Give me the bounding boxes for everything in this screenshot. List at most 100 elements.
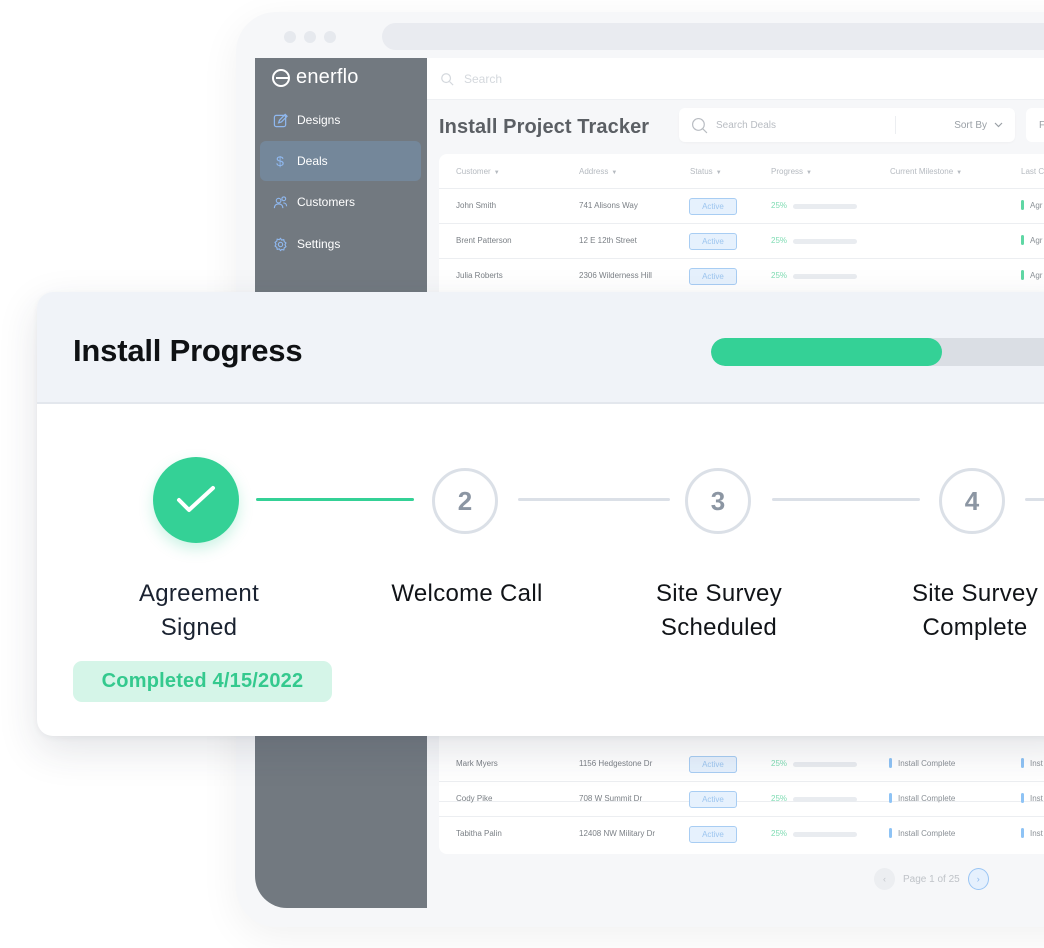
column-label: Customer — [456, 167, 491, 176]
install-progress-card: Install Progress 2 3 4 Agreement Signed … — [37, 292, 1044, 736]
card-header: Install Progress — [37, 292, 1044, 404]
brand-name: enerflo — [296, 66, 359, 88]
table-row[interactable]: Brent Patterson 12 E 12th Street Active … — [439, 224, 1044, 259]
address-bar[interactable] — [382, 23, 1044, 50]
column-label: Address — [579, 167, 609, 176]
step-number: 3 — [710, 485, 726, 516]
caret-down-icon: ▼ — [806, 170, 812, 176]
column-label: Last C — [1021, 167, 1044, 176]
table-row[interactable]: Julia Roberts 2306 Wilderness Hill Activ… — [439, 259, 1044, 294]
checkmark-icon — [177, 486, 215, 512]
table-row[interactable]: Mark Myers 1156 Hedgestone Dr Active 25%… — [439, 747, 1044, 782]
step-2-label: Welcome Call — [347, 577, 587, 611]
window-dot-close[interactable] — [284, 31, 296, 43]
last-cell: Agr — [1021, 200, 1042, 210]
window-dot-maximize[interactable] — [324, 31, 336, 43]
caret-down-icon: ▼ — [611, 170, 618, 176]
address-cell: 1156 Hedgestone Dr — [579, 759, 653, 768]
step-2[interactable]: 2 — [432, 468, 498, 534]
milestone-marker — [889, 793, 892, 803]
last-text: Inst — [1030, 793, 1043, 803]
pencil-square-icon — [272, 112, 288, 128]
sort-by-dropdown[interactable]: Sort By — [954, 108, 1003, 142]
deal-search-input[interactable] — [716, 119, 906, 131]
step-1-complete[interactable] — [153, 457, 239, 543]
step-4-label: Site Survey Complete — [855, 577, 1044, 645]
chevron-down-icon — [994, 122, 1003, 128]
install-progress-bar — [711, 338, 1044, 366]
progress-percent: 25% — [771, 794, 788, 803]
caret-down-icon: ▼ — [715, 170, 722, 176]
milestone-text: Install Complete — [898, 758, 956, 768]
status-badge: Active — [689, 756, 737, 773]
column-header-last[interactable]: Last C — [1021, 167, 1044, 176]
progress-bar — [793, 274, 857, 279]
table-row[interactable]: Tabitha Palin 12408 NW Military Dr Activ… — [439, 817, 1044, 852]
address-cell: 2306 Wilderness Hill — [579, 271, 652, 280]
chevron-right-icon: › — [976, 874, 980, 884]
last-marker — [1021, 235, 1024, 245]
column-label: Progress — [771, 167, 804, 176]
dollar-icon: $ — [276, 153, 284, 169]
progress-percent: 25% — [771, 236, 788, 245]
step-4[interactable]: 4 — [939, 468, 1005, 534]
step-label-line: Complete — [922, 614, 1028, 641]
step-number: 4 — [964, 485, 980, 516]
window-dot-minimize[interactable] — [304, 31, 316, 43]
address-cell: 741 Alisons Way — [579, 201, 638, 210]
column-header-status[interactable]: Status ▼ — [690, 167, 722, 176]
sidebar-item-label: Deals — [297, 154, 328, 168]
last-cell: Inst — [1021, 758, 1043, 768]
search-icon — [441, 72, 454, 86]
step-connector — [518, 498, 670, 501]
progress-percent: 25% — [771, 271, 788, 280]
customer-cell: John Smith — [456, 201, 497, 210]
column-header-current-milestone[interactable]: Current Milestone ▼ — [890, 167, 962, 176]
step-label-line: Agreement — [138, 580, 260, 607]
divider — [895, 116, 896, 134]
previous-page-button[interactable]: ‹ — [874, 868, 895, 890]
last-marker — [1021, 793, 1024, 803]
step-label-line: Site Survey — [655, 580, 783, 607]
step-3[interactable]: 3 — [685, 468, 751, 534]
progress-bar — [793, 797, 857, 802]
stage: enerflo Designs $ Deals Customers Settin… — [0, 0, 1044, 948]
column-header-address[interactable]: Address ▼ — [579, 167, 617, 176]
step-label-line: Welcome Call — [391, 580, 543, 607]
customer-cell: Mark Myers — [456, 759, 498, 768]
step-label-line: Site Survey — [911, 580, 1039, 607]
progress-percent: 25% — [771, 829, 788, 838]
gear-icon — [272, 236, 288, 252]
browser-toolbar — [236, 12, 1044, 58]
brand-logo[interactable]: enerflo — [272, 66, 359, 89]
milestone-text: Install Complete — [898, 793, 956, 803]
milestone-text: Install Complete — [898, 828, 956, 838]
sidebar-item-deals[interactable]: $ Deals — [260, 141, 421, 181]
step-label-line: Scheduled — [660, 614, 778, 641]
step-1-label: Agreement Signed — [79, 577, 319, 645]
completed-date-badge: Completed 4/15/2022 — [73, 661, 332, 702]
next-page-button[interactable]: › — [967, 868, 989, 890]
progress-bar — [793, 204, 857, 209]
progress-percent: 25% — [771, 759, 788, 768]
last-cell: Inst — [1021, 793, 1043, 803]
table-row[interactable]: Cody Pike 708 W Summit Dr Active 25% Ins… — [439, 782, 1044, 817]
milestone-marker — [889, 828, 892, 838]
sidebar-item-customers[interactable]: Customers — [260, 182, 421, 222]
global-search-input[interactable] — [464, 71, 764, 86]
caret-down-icon: ▼ — [956, 170, 963, 176]
status-badge: Active — [689, 268, 737, 285]
sidebar-item-designs[interactable]: Designs — [260, 100, 421, 140]
filter-button[interactable]: F — [1026, 108, 1044, 142]
sort-by-label: Sort By — [954, 119, 987, 131]
last-text: Agr — [1030, 235, 1043, 245]
column-label: Current Milestone — [890, 167, 954, 176]
search-icon — [692, 117, 708, 133]
last-marker — [1021, 758, 1024, 768]
table-row[interactable]: John Smith 741 Alisons Way Active 25% Ag… — [439, 189, 1044, 224]
sidebar-item-label: Designs — [297, 113, 341, 127]
column-header-progress[interactable]: Progress ▼ — [771, 167, 812, 176]
sidebar-item-settings[interactable]: Settings — [260, 224, 421, 264]
column-header-customer[interactable]: Customer ▼ — [456, 167, 500, 176]
address-cell: 708 W Summit Dr — [579, 794, 643, 803]
